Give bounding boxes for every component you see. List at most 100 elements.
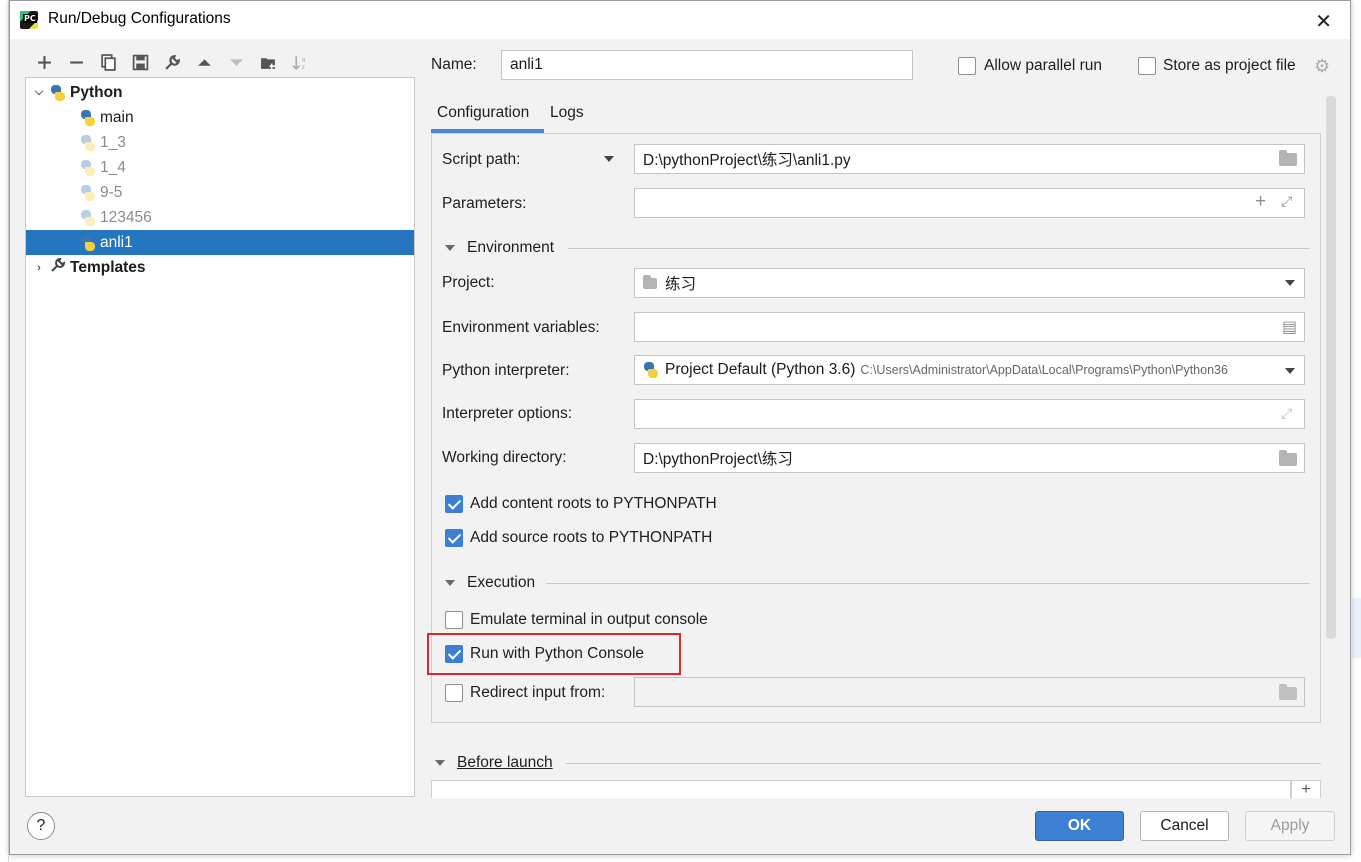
- edit-env-icon[interactable]: ▤: [1282, 317, 1297, 337]
- save-icon[interactable]: [124, 51, 156, 73]
- interp-options-label: Interpreter options:: [442, 405, 573, 422]
- parameters-label: Parameters:: [442, 195, 527, 212]
- tree-item-label: 123456: [100, 208, 152, 226]
- browse-folder-icon[interactable]: [1279, 450, 1297, 470]
- script-path-label: Script path:: [442, 151, 521, 168]
- collapse-triangle-icon[interactable]: [445, 580, 455, 586]
- ok-button[interactable]: OK: [1035, 811, 1124, 841]
- script-type-dropdown-icon[interactable]: [604, 156, 614, 162]
- redirect-input-label: Redirect input from:: [470, 684, 606, 701]
- env-vars-label: Environment variables:: [442, 319, 600, 336]
- env-vars-field[interactable]: [634, 312, 1305, 342]
- project-select[interactable]: 练习: [634, 268, 1305, 298]
- project-label: Project:: [442, 274, 495, 291]
- move-down-icon[interactable]: [220, 51, 252, 73]
- wrench-icon[interactable]: [156, 51, 188, 73]
- tab-logs[interactable]: Logs: [550, 104, 584, 122]
- tree-item-123456[interactable]: 123456: [26, 205, 414, 230]
- tree-item-label: 9-5: [100, 183, 123, 201]
- allow-parallel-label: Allow parallel run: [984, 57, 1103, 74]
- tree-item-9-5[interactable]: 9-5: [26, 180, 414, 205]
- name-field[interactable]: anli1: [501, 50, 913, 80]
- move-up-icon[interactable]: [188, 51, 220, 73]
- tree-item-label: anli1: [100, 233, 133, 251]
- scrollbar[interactable]: [1326, 96, 1336, 639]
- tree-item-main[interactable]: main: [26, 105, 414, 130]
- project-folder-icon: [643, 274, 657, 294]
- config-toolbar: az: [28, 51, 316, 73]
- allow-parallel-checkbox[interactable]: [958, 57, 976, 75]
- chevron-down-icon[interactable]: ⌵: [32, 86, 46, 99]
- python-icon: [80, 159, 96, 176]
- gear-icon[interactable]: ⚙: [1314, 56, 1330, 77]
- tree-item-1-4[interactable]: 1_4: [26, 155, 414, 180]
- python-icon: [80, 234, 96, 251]
- config-tree: ⌵ Python main 1_3 1_4 9-5 123456 anli1 › Temp…: [25, 77, 415, 797]
- run-with-console-label: Run with Python Console: [470, 645, 645, 662]
- copy-icon[interactable]: [92, 51, 124, 73]
- add-source-roots-label: Add source roots to PYTHONPATH: [470, 529, 713, 546]
- add-source-roots-checkbox[interactable]: [445, 529, 463, 547]
- tree-item-label: main: [100, 108, 134, 126]
- chevron-down-icon[interactable]: [1285, 280, 1295, 286]
- remove-icon[interactable]: [60, 51, 92, 73]
- new-folder-icon[interactable]: [252, 51, 284, 73]
- svg-text:z: z: [301, 62, 305, 70]
- before-launch-section[interactable]: Before launch: [435, 754, 553, 772]
- add-icon[interactable]: [28, 51, 60, 73]
- tree-item-label: 1_3: [100, 133, 126, 151]
- wrench-icon: [50, 257, 66, 278]
- chevron-down-icon[interactable]: [1285, 368, 1295, 374]
- title-bar: Run/Debug Configurations ✕: [10, 1, 1350, 39]
- working-dir-label: Working directory:: [442, 449, 567, 466]
- interp-options-field[interactable]: [634, 399, 1305, 429]
- store-project-file-checkbox[interactable]: [1138, 57, 1156, 75]
- python-icon: [80, 109, 96, 126]
- interpreter-select[interactable]: Project Default (Python 3.6) C:\Users\Ad…: [634, 355, 1305, 385]
- pycharm-logo-icon: [20, 11, 38, 29]
- before-launch-list[interactable]: [431, 780, 1291, 798]
- interpreter-label: Python interpreter:: [442, 362, 570, 379]
- browse-folder-icon[interactable]: [1279, 684, 1297, 704]
- collapse-triangle-icon[interactable]: [435, 760, 445, 766]
- chevron-right-icon[interactable]: ›: [32, 262, 46, 274]
- tab-configuration[interactable]: Configuration: [437, 104, 529, 122]
- python-icon: [80, 209, 96, 226]
- tree-group-templates[interactable]: › Templates: [26, 255, 414, 280]
- expand-icon[interactable]: ⤢: [1281, 193, 1292, 210]
- close-button[interactable]: ✕: [1315, 9, 1332, 34]
- section-divider: [566, 763, 1321, 764]
- name-label: Name:: [431, 56, 477, 73]
- sort-icon[interactable]: az: [284, 51, 316, 73]
- redirect-input-checkbox[interactable]: [445, 684, 463, 702]
- cancel-button[interactable]: Cancel: [1140, 811, 1229, 841]
- tree-item-label: 1_4: [100, 158, 126, 176]
- add-macro-icon[interactable]: +: [1255, 191, 1266, 213]
- add-content-roots-label: Add content roots to PYTHONPATH: [470, 495, 717, 512]
- store-project-file-label: Store as project file: [1163, 57, 1296, 74]
- tree-group-python[interactable]: ⌵ Python: [26, 80, 414, 105]
- execution-section[interactable]: Execution: [445, 574, 535, 592]
- working-dir-field[interactable]: D:\pythonProject\练习: [634, 443, 1305, 473]
- redirect-input-field[interactable]: [634, 677, 1305, 707]
- parameters-field[interactable]: [634, 188, 1305, 218]
- section-divider: [546, 583, 1309, 584]
- tree-item-anli1[interactable]: anli1: [26, 230, 414, 255]
- section-divider: [568, 248, 1309, 249]
- script-path-field[interactable]: D:\pythonProject\练习\anli1.py: [634, 144, 1305, 174]
- collapse-triangle-icon[interactable]: [445, 245, 455, 251]
- tree-item-1-3[interactable]: 1_3: [26, 130, 414, 155]
- python-icon: [643, 362, 659, 378]
- help-button[interactable]: ?: [27, 812, 55, 840]
- environment-section[interactable]: Environment: [445, 239, 554, 257]
- apply-button[interactable]: Apply: [1245, 811, 1335, 841]
- emulate-terminal-checkbox[interactable]: [445, 611, 463, 629]
- python-icon: [80, 134, 96, 151]
- expand-icon[interactable]: ⤢: [1281, 405, 1292, 422]
- browse-folder-icon[interactable]: [1279, 150, 1297, 170]
- run-debug-dialog: Run/Debug Configurations ✕ az: [9, 0, 1351, 855]
- python-icon: [50, 84, 66, 101]
- add-content-roots-checkbox[interactable]: [445, 495, 463, 513]
- run-with-console-checkbox[interactable]: [445, 645, 463, 663]
- add-task-button[interactable]: +: [1291, 780, 1321, 798]
